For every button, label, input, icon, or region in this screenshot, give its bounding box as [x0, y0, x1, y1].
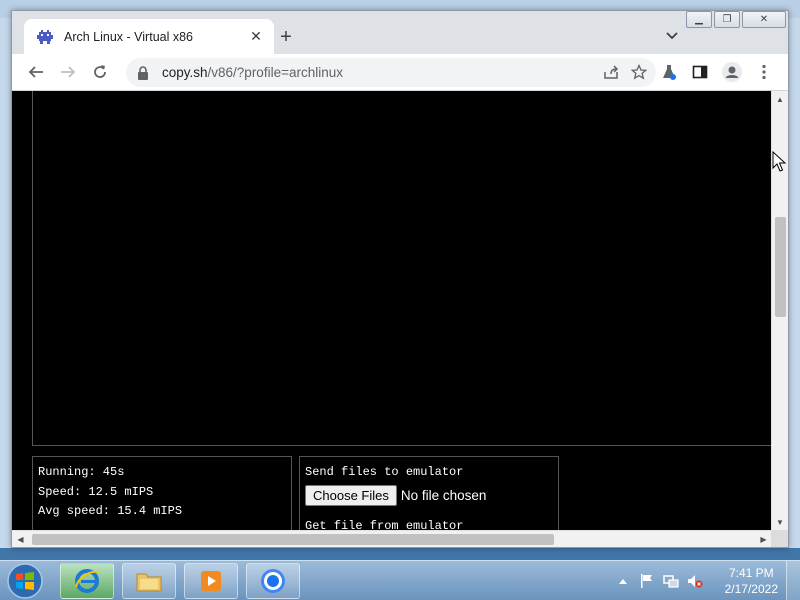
action-center-flag-icon[interactable]: [639, 573, 655, 589]
clock-date: 2/17/2022: [724, 582, 778, 596]
tab-strip: Arch Linux - Virtual x86 ✕ + ▁ ❐ ✕: [12, 11, 788, 54]
speed-stat: Speed: 12.5 mIPS: [38, 484, 154, 499]
reload-icon[interactable]: [88, 60, 112, 84]
vertical-scroll-thumb[interactable]: [775, 217, 786, 317]
background-window-right: [788, 18, 800, 548]
tab-title: Arch Linux - Virtual x86: [64, 29, 193, 44]
emulator-screen[interactable]: [32, 91, 772, 446]
volume-muted-icon[interactable]: [687, 573, 703, 589]
window-controls: ▁ ❐ ✕: [686, 11, 786, 29]
scroll-up-icon[interactable]: ▲: [772, 91, 788, 108]
plus-icon[interactable]: +: [274, 25, 298, 49]
internet-explorer-icon[interactable]: [60, 563, 114, 599]
share-icon[interactable]: [600, 61, 622, 83]
mouse-cursor-icon: [772, 150, 788, 173]
files-panel: Send files to emulator Choose Files No f…: [299, 456, 559, 536]
menu-dots-icon[interactable]: [752, 60, 776, 84]
network-icon[interactable]: [663, 573, 679, 589]
scroll-right-icon[interactable]: ▶: [755, 531, 772, 547]
star-icon[interactable]: [628, 61, 650, 83]
tray-expand-icon[interactable]: [615, 573, 631, 589]
clock-time: 7:41 PM: [728, 566, 774, 580]
running-time: Running: 45s: [38, 465, 125, 479]
url-host: copy.sh: [162, 65, 208, 80]
send-files-heading: Send files to emulator: [305, 465, 464, 479]
address-bar[interactable]: copy.sh/v86/?profile=archlinux: [126, 58, 656, 87]
stats-panel: Running: 45s Speed: 12.5 mIPS Avg speed:…: [32, 456, 292, 536]
chevron-down-icon[interactable]: [662, 25, 682, 47]
horizontal-scrollbar[interactable]: ◀ ▶: [12, 530, 772, 547]
show-desktop-button[interactable]: [786, 561, 800, 600]
close-button[interactable]: ✕: [742, 11, 786, 28]
side-panel-icon[interactable]: [688, 60, 712, 84]
choose-files-button[interactable]: Choose Files: [305, 484, 397, 506]
arch-invader-icon: [36, 28, 54, 46]
forward-icon[interactable]: [56, 60, 80, 84]
url-path: /v86/?profile=archlinux: [207, 65, 343, 80]
browser-toolbar: copy.sh/v86/?profile=archlinux: [12, 54, 788, 91]
system-tray: [615, 567, 703, 595]
scrollbar-corner: [771, 530, 788, 547]
tab-arch-linux[interactable]: Arch Linux - Virtual x86 ✕: [24, 19, 274, 54]
scroll-down-icon[interactable]: ▼: [772, 514, 788, 531]
extension-flask-icon[interactable]: [657, 60, 681, 84]
no-file-label: No file chosen: [400, 487, 487, 503]
horizontal-scroll-thumb[interactable]: [32, 534, 554, 545]
tab-close-icon[interactable]: ✕: [248, 28, 264, 45]
page-content: Running: 45s Speed: 12.5 mIPS Avg speed:…: [12, 91, 788, 547]
file-input: Choose Files No file chosen: [305, 484, 553, 506]
scroll-left-icon[interactable]: ◀: [12, 531, 29, 547]
minimize-button[interactable]: ▁: [686, 11, 712, 28]
restore-button[interactable]: ❐: [714, 11, 740, 28]
taskbar: 7:41 PM 2/17/2022: [0, 560, 800, 600]
lock-icon[interactable]: [136, 65, 152, 81]
start-button[interactable]: [4, 562, 46, 600]
chrome-icon[interactable]: [246, 563, 300, 599]
browser-window: Arch Linux - Virtual x86 ✕ + ▁ ❐ ✕ copy.…: [11, 10, 789, 548]
media-player-icon[interactable]: [184, 563, 238, 599]
avg-speed-stat: Avg speed: 15.4 mIPS: [38, 504, 183, 518]
file-explorer-icon[interactable]: [122, 563, 176, 599]
profile-icon[interactable]: [720, 60, 744, 84]
clock[interactable]: 7:41 PM 2/17/2022: [725, 565, 778, 597]
back-icon[interactable]: [24, 60, 48, 84]
